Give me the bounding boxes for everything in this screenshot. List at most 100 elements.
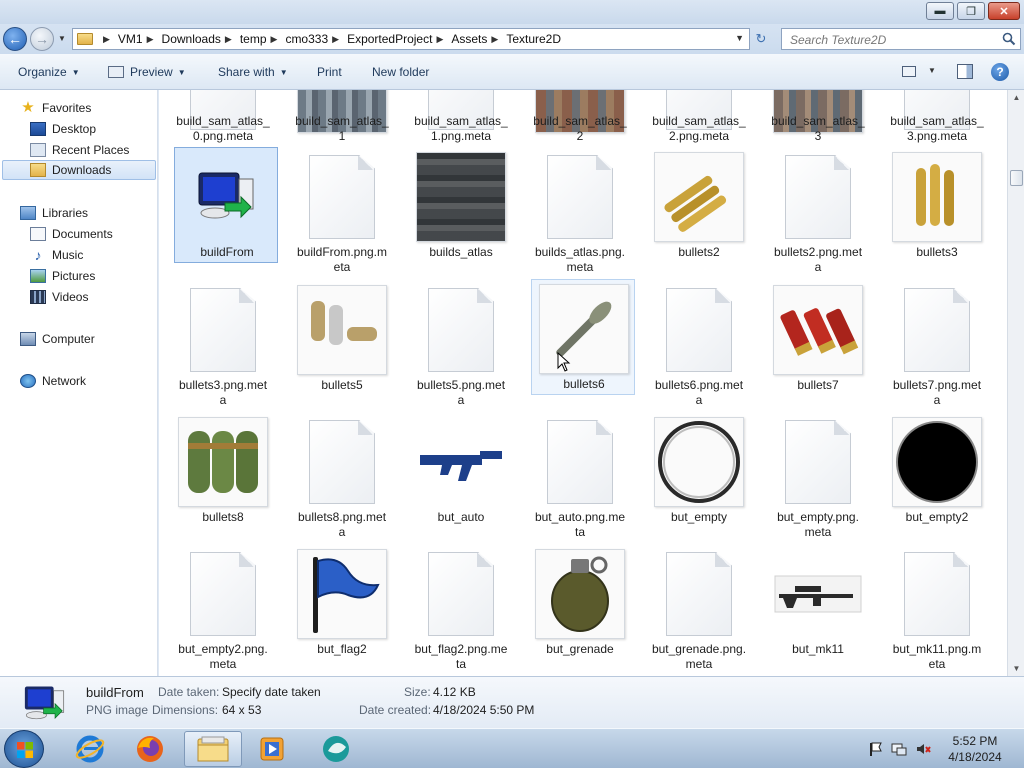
network-status-icon[interactable]	[891, 741, 907, 757]
file-item[interactable]: build_sam_atlas_ 2.png.meta	[647, 90, 751, 146]
address-dropdown-icon[interactable]: ▼	[735, 33, 744, 43]
file-item[interactable]: build_sam_atlas_ 2	[528, 90, 632, 146]
breadcrumb-cmo333[interactable]: cmo333 ▶	[285, 32, 347, 46]
vertical-scrollbar[interactable]: ▲ ▼	[1007, 90, 1024, 676]
taskbar-internet-explorer[interactable]	[64, 731, 116, 767]
search-input[interactable]: Search Texture2D	[781, 28, 1021, 50]
chevron-right-icon[interactable]: ▶	[147, 34, 154, 45]
file-item[interactable]: buildFrom.png.m eta	[290, 147, 394, 277]
address-bar[interactable]: ▶ VM1 ▶ Downloads ▶ temp ▶ cmo333 ▶ Exported…	[72, 28, 750, 50]
maximize-button[interactable]: ❐	[957, 2, 985, 20]
back-button[interactable]: ←	[3, 27, 27, 51]
file-item[interactable]: bullets3.png.met a	[171, 280, 275, 410]
file-name: build_sam_atlas_ 2	[533, 114, 627, 143]
chevron-right-icon[interactable]: ▶	[271, 34, 278, 45]
file-name: build_sam_atlas_ 0.png.meta	[176, 114, 270, 143]
file-item[interactable]: bullets2.png.met a	[766, 147, 870, 277]
chevron-right-icon[interactable]: ▶	[491, 34, 498, 45]
file-item[interactable]: build_sam_atlas_ 1.png.meta	[409, 90, 513, 146]
file-item[interactable]: but_empty2	[885, 412, 989, 528]
breadcrumb-exportedproject[interactable]: ExportedProject ▶	[347, 32, 451, 46]
file-item[interactable]: bullets5	[290, 280, 394, 396]
file-item[interactable]: build_sam_atlas_ 3	[766, 90, 870, 146]
taskbar-firefox[interactable]	[124, 731, 176, 767]
start-button[interactable]	[4, 730, 44, 768]
file-item[interactable]: bullets6.png.met a	[647, 280, 751, 410]
file-item[interactable]: but_empty2.png. meta	[171, 544, 275, 674]
preview-menu[interactable]: Preview ▼	[108, 65, 186, 79]
file-item[interactable]: but_empty.png. meta	[766, 412, 870, 542]
breadcrumb-downloads[interactable]: Downloads ▶	[162, 32, 240, 46]
blank-file-icon	[190, 552, 256, 636]
file-item[interactable]: bullets5.png.met a	[409, 280, 513, 410]
file-item[interactable]: builds_atlas.png. meta	[528, 147, 632, 277]
file-item[interactable]: builds_atlas	[409, 147, 513, 263]
file-item[interactable]: but_auto.png.me ta	[528, 412, 632, 542]
share-with-menu[interactable]: Share with ▼	[218, 65, 288, 79]
minimize-button[interactable]: ▬	[926, 2, 954, 20]
breadcrumb-assets[interactable]: Assets ▶	[451, 32, 506, 46]
organize-menu[interactable]: Organize ▼	[18, 65, 80, 79]
breadcrumb-temp[interactable]: temp ▶	[240, 32, 286, 46]
scroll-thumb[interactable]	[1010, 170, 1023, 186]
nav-computer[interactable]: Computer	[20, 329, 95, 349]
file-item[interactable]: but_mk11.png.m eta	[885, 544, 989, 674]
taskbar-app[interactable]	[310, 731, 362, 767]
chevron-right-icon[interactable]: ▶	[103, 34, 110, 45]
breadcrumb-texture2d[interactable]: Texture2D	[506, 32, 561, 46]
file-item[interactable]: build_sam_atlas_ 0.png.meta	[171, 90, 275, 146]
chevron-down-icon: ▼	[177, 67, 186, 77]
change-view-icon[interactable]	[902, 66, 916, 77]
nav-recent-places[interactable]: Recent Places	[30, 140, 129, 160]
nav-pictures[interactable]: Pictures	[30, 266, 95, 286]
file-item[interactable]: bullets8	[171, 412, 275, 528]
breadcrumb-vm1[interactable]: VM1 ▶	[118, 32, 162, 46]
taskbar-file-explorer[interactable]	[184, 731, 242, 767]
new-folder-button[interactable]: New folder	[372, 65, 429, 79]
file-item[interactable]: bullets8.png.met a	[290, 412, 394, 542]
file-item-hover[interactable]: bullets6	[531, 279, 635, 395]
file-item[interactable]: build_sam_atlas_ 1	[290, 90, 394, 146]
file-item[interactable]: but_grenade.png. meta	[647, 544, 751, 674]
file-item[interactable]: but_flag2.png.me ta	[409, 544, 513, 674]
file-item[interactable]: build_sam_atlas_ 3.png.meta	[885, 90, 989, 146]
recent-pages-dropdown[interactable]: ▼	[58, 34, 66, 43]
volume-muted-icon[interactable]	[915, 741, 931, 757]
file-item[interactable]: bullets2	[647, 147, 751, 263]
taskbar-media-player[interactable]	[246, 731, 298, 767]
chevron-right-icon[interactable]: ▶	[436, 34, 443, 45]
file-item[interactable]: but_grenade	[528, 544, 632, 660]
nav-libraries[interactable]: Libraries	[20, 203, 88, 223]
forward-button[interactable]: →	[30, 27, 54, 51]
print-button[interactable]: Print	[317, 65, 342, 79]
file-item[interactable]: but_mk11	[766, 544, 870, 660]
scroll-down-icon[interactable]: ▼	[1010, 664, 1023, 673]
file-item[interactable]: bullets7	[766, 280, 870, 396]
file-item[interactable]: bullets7.png.met a	[885, 280, 989, 410]
nav-downloads[interactable]: Downloads	[2, 160, 156, 180]
nav-music[interactable]: ♪ Music	[30, 245, 84, 265]
chevron-right-icon[interactable]: ▶	[225, 34, 232, 45]
nav-documents[interactable]: Documents	[30, 224, 113, 244]
file-item[interactable]: but_flag2	[290, 544, 394, 660]
chevron-right-icon[interactable]: ▶	[332, 34, 339, 45]
scroll-up-icon[interactable]: ▲	[1010, 93, 1023, 102]
close-button[interactable]: ✕	[988, 2, 1020, 20]
file-name: but_flag2	[317, 642, 367, 656]
refresh-icon[interactable]: ↻	[752, 31, 770, 47]
file-item[interactable]: but_auto	[409, 412, 513, 528]
nav-videos[interactable]: Videos	[30, 287, 88, 307]
file-item[interactable]: bullets3	[885, 147, 989, 263]
search-icon[interactable]	[1002, 32, 1016, 46]
date-taken-value[interactable]: Specify date taken	[222, 685, 321, 699]
preview-pane-icon[interactable]	[957, 64, 973, 79]
nav-desktop[interactable]: Desktop	[30, 119, 96, 139]
action-center-flag-icon[interactable]	[867, 741, 883, 757]
nav-network[interactable]: Network	[20, 371, 86, 391]
help-button[interactable]: ?	[991, 63, 1009, 81]
file-item-selected[interactable]: buildFrom	[174, 147, 278, 263]
nav-favorites[interactable]: ★ Favorites	[20, 98, 91, 118]
system-clock[interactable]: 5:52 PM 4/18/2024	[935, 733, 1015, 765]
view-options-dropdown[interactable]: ▼	[928, 66, 936, 75]
file-item[interactable]: but_empty	[647, 412, 751, 528]
